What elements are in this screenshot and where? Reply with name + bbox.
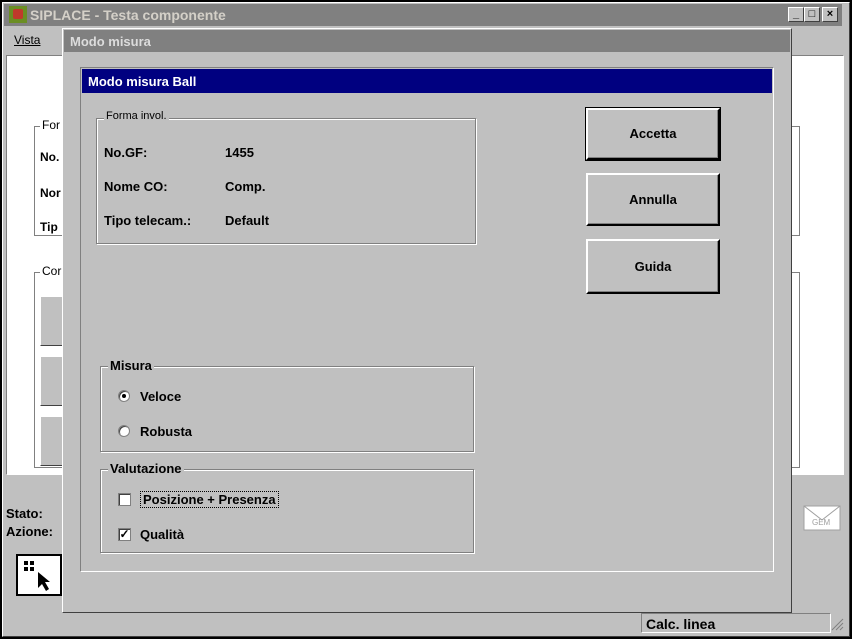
background-group-top-label: For bbox=[40, 118, 62, 132]
app-icon bbox=[9, 6, 27, 23]
background-label-nome: Nor bbox=[40, 186, 61, 200]
menu-vista[interactable]: Vista bbox=[14, 33, 40, 47]
checkbox-posizione-presenza[interactable] bbox=[118, 493, 131, 506]
checkbox-posizione-presenza-label[interactable]: Posizione + Presenza bbox=[140, 491, 279, 508]
package-value-nome: Comp. bbox=[225, 179, 266, 194]
stato-label: Stato: bbox=[6, 506, 43, 521]
dialog-title[interactable]: Modo misura Ball bbox=[82, 69, 772, 93]
valutazione-group-label: Valutazione bbox=[108, 461, 184, 476]
misura-group bbox=[100, 366, 474, 452]
dialog-modo-misura-title[interactable]: Modo misura bbox=[64, 30, 790, 52]
background-label-no: No. bbox=[40, 150, 60, 164]
azione-label: Azione: bbox=[6, 524, 53, 539]
gem-mail-icon: GEM bbox=[800, 494, 844, 538]
misura-group-label: Misura bbox=[108, 358, 154, 373]
guida-button[interactable]: Guida bbox=[586, 239, 720, 294]
minimize-icon[interactable]: _ bbox=[788, 7, 804, 22]
status-calc-linea: Calc. linea bbox=[641, 613, 831, 633]
package-value-tipo: Default bbox=[225, 213, 270, 228]
main-titlebar[interactable]: SIPLACE - Testa componente _ □ × bbox=[4, 4, 842, 26]
gem-label: GEM bbox=[812, 518, 831, 527]
background-label-tipo: Tip bbox=[40, 220, 58, 234]
main-window-title: SIPLACE - Testa componente bbox=[30, 7, 226, 23]
package-group-label: Forma invol. bbox=[104, 110, 169, 122]
background-group-mid-label: Cor bbox=[40, 264, 64, 278]
annulla-button[interactable]: Annulla bbox=[586, 173, 720, 226]
maximize-icon[interactable]: □ bbox=[804, 7, 820, 22]
checkbox-qualita[interactable]: ✓ bbox=[118, 528, 131, 541]
resize-grip-icon[interactable] bbox=[830, 617, 844, 631]
close-icon[interactable]: × bbox=[822, 7, 838, 22]
radio-veloce-label[interactable]: Veloce bbox=[140, 389, 181, 404]
radio-veloce[interactable] bbox=[118, 390, 130, 402]
radio-robusta-label[interactable]: Robusta bbox=[140, 424, 192, 439]
checkbox-qualita-label[interactable]: Qualità bbox=[140, 527, 184, 542]
accetta-button[interactable]: Accetta bbox=[585, 107, 721, 161]
selection-tool-icon[interactable] bbox=[16, 554, 62, 596]
radio-robusta[interactable] bbox=[118, 425, 130, 437]
package-key-gf: No.GF: bbox=[104, 145, 148, 160]
package-key-tipo: Tipo telecam.: bbox=[104, 213, 192, 228]
package-value-gf: 1455 bbox=[225, 145, 254, 160]
package-key-nome: Nome CO: bbox=[104, 179, 168, 194]
